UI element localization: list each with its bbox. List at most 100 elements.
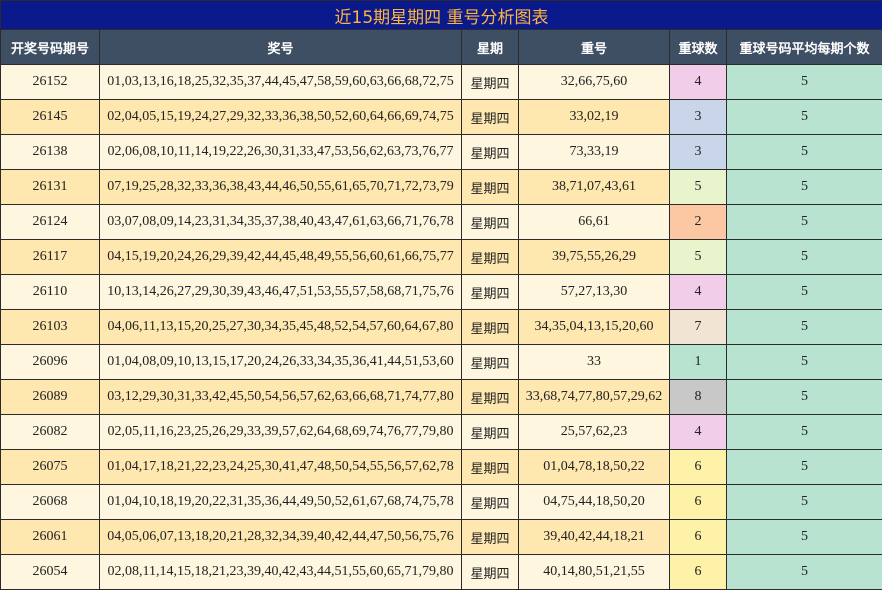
table-row: 2607501,04,17,18,21,22,23,24,25,30,41,47… xyxy=(1,450,882,485)
weekday-cell: 星期四 xyxy=(462,310,519,345)
column-header-weekday: 星期 xyxy=(462,30,519,65)
repeats-cell: 34,35,04,13,15,20,60 xyxy=(519,310,670,345)
repeats-cell: 39,75,55,26,29 xyxy=(519,240,670,275)
repeats-cell: 04,75,44,18,50,20 xyxy=(519,485,670,520)
repeats-cell: 73,33,19 xyxy=(519,135,670,170)
table-row: 2606104,05,06,07,13,18,20,21,28,32,34,39… xyxy=(1,520,882,555)
period-cell: 26138 xyxy=(1,135,100,170)
table-row: 2608903,12,29,30,31,33,42,45,50,54,56,57… xyxy=(1,380,882,415)
repeats-cell: 66,61 xyxy=(519,205,670,240)
weekday-cell: 星期四 xyxy=(462,485,519,520)
period-cell: 26082 xyxy=(1,415,100,450)
average-cell: 5 xyxy=(727,205,882,240)
period-cell: 26131 xyxy=(1,170,100,205)
repeat-count-cell: 6 xyxy=(670,555,727,590)
numbers-cell: 04,06,11,13,15,20,25,27,30,34,35,45,48,5… xyxy=(100,310,462,345)
numbers-cell: 02,05,11,16,23,25,26,29,33,39,57,62,64,6… xyxy=(100,415,462,450)
period-cell: 26152 xyxy=(1,65,100,100)
numbers-cell: 02,08,11,14,15,18,21,23,39,40,42,43,44,5… xyxy=(100,555,462,590)
weekday-cell: 星期四 xyxy=(462,65,519,100)
repeats-cell: 32,66,75,60 xyxy=(519,65,670,100)
repeats-cell: 38,71,07,43,61 xyxy=(519,170,670,205)
repeats-cell: 01,04,78,18,50,22 xyxy=(519,450,670,485)
average-cell: 5 xyxy=(727,240,882,275)
repeats-cell: 57,27,13,30 xyxy=(519,275,670,310)
average-cell: 5 xyxy=(727,345,882,380)
average-cell: 5 xyxy=(727,485,882,520)
weekday-cell: 星期四 xyxy=(462,170,519,205)
table-body: 2615201,03,13,16,18,25,32,35,37,44,45,47… xyxy=(1,65,882,590)
numbers-cell: 02,06,08,10,11,14,19,22,26,30,31,33,47,5… xyxy=(100,135,462,170)
period-cell: 26096 xyxy=(1,345,100,380)
repeat-count-cell: 4 xyxy=(670,415,727,450)
repeat-count-cell: 4 xyxy=(670,275,727,310)
weekday-cell: 星期四 xyxy=(462,205,519,240)
numbers-cell: 01,04,08,09,10,13,15,17,20,24,26,33,34,3… xyxy=(100,345,462,380)
column-header-period: 开奖号码期号 xyxy=(1,30,100,65)
numbers-cell: 01,03,13,16,18,25,32,35,37,44,45,47,58,5… xyxy=(100,65,462,100)
repeat-count-cell: 6 xyxy=(670,520,727,555)
period-cell: 26124 xyxy=(1,205,100,240)
numbers-cell: 03,12,29,30,31,33,42,45,50,54,56,57,62,6… xyxy=(100,380,462,415)
weekday-cell: 星期四 xyxy=(462,100,519,135)
numbers-cell: 01,04,17,18,21,22,23,24,25,30,41,47,48,5… xyxy=(100,450,462,485)
numbers-cell: 01,04,10,18,19,20,22,31,35,36,44,49,50,5… xyxy=(100,485,462,520)
period-cell: 26103 xyxy=(1,310,100,345)
period-cell: 26054 xyxy=(1,555,100,590)
repeat-count-cell: 5 xyxy=(670,240,727,275)
period-cell: 26068 xyxy=(1,485,100,520)
average-cell: 5 xyxy=(727,310,882,345)
table-row: 2608202,05,11,16,23,25,26,29,33,39,57,62… xyxy=(1,415,882,450)
column-header-repeat-count: 重球数 xyxy=(670,30,727,65)
average-cell: 5 xyxy=(727,555,882,590)
table-row: 2611010,13,14,26,27,29,30,39,43,46,47,51… xyxy=(1,275,882,310)
table-row: 2615201,03,13,16,18,25,32,35,37,44,45,47… xyxy=(1,65,882,100)
table-row: 2614502,04,05,15,19,24,27,29,32,33,36,38… xyxy=(1,100,882,135)
weekday-cell: 星期四 xyxy=(462,380,519,415)
table-row: 2609601,04,08,09,10,13,15,17,20,24,26,33… xyxy=(1,345,882,380)
weekday-cell: 星期四 xyxy=(462,135,519,170)
repeat-count-cell: 8 xyxy=(670,380,727,415)
average-cell: 5 xyxy=(727,380,882,415)
average-cell: 5 xyxy=(727,65,882,100)
period-cell: 26075 xyxy=(1,450,100,485)
numbers-cell: 03,07,08,09,14,23,31,34,35,37,38,40,43,4… xyxy=(100,205,462,240)
weekday-cell: 星期四 xyxy=(462,345,519,380)
numbers-cell: 10,13,14,26,27,29,30,39,43,46,47,51,53,5… xyxy=(100,275,462,310)
repeat-count-cell: 2 xyxy=(670,205,727,240)
average-cell: 5 xyxy=(727,100,882,135)
period-cell: 26117 xyxy=(1,240,100,275)
period-cell: 26145 xyxy=(1,100,100,135)
repeat-count-cell: 1 xyxy=(670,345,727,380)
table-row: 2612403,07,08,09,14,23,31,34,35,37,38,40… xyxy=(1,205,882,240)
repeat-analysis-table: 近15期星期四 重号分析图表 开奖号码期号 奖号 星期 重号 重球数 重球号码平… xyxy=(0,0,882,590)
repeat-analysis-window: 近15期星期四 重号分析图表 开奖号码期号 奖号 星期 重号 重球数 重球号码平… xyxy=(0,0,882,589)
weekday-cell: 星期四 xyxy=(462,275,519,310)
period-cell: 26089 xyxy=(1,380,100,415)
repeat-count-cell: 3 xyxy=(670,100,727,135)
column-header-repeats: 重号 xyxy=(519,30,670,65)
weekday-cell: 星期四 xyxy=(462,240,519,275)
average-cell: 5 xyxy=(727,170,882,205)
period-cell: 26110 xyxy=(1,275,100,310)
repeats-cell: 33 xyxy=(519,345,670,380)
table-row: 2606801,04,10,18,19,20,22,31,35,36,44,49… xyxy=(1,485,882,520)
repeat-count-cell: 5 xyxy=(670,170,727,205)
table-row: 2613107,19,25,28,32,33,36,38,43,44,46,50… xyxy=(1,170,882,205)
period-cell: 26061 xyxy=(1,520,100,555)
column-header-numbers: 奖号 xyxy=(100,30,462,65)
weekday-cell: 星期四 xyxy=(462,520,519,555)
table-row: 2613802,06,08,10,11,14,19,22,26,30,31,33… xyxy=(1,135,882,170)
average-cell: 5 xyxy=(727,275,882,310)
weekday-cell: 星期四 xyxy=(462,555,519,590)
average-cell: 5 xyxy=(727,450,882,485)
repeats-cell: 39,40,42,44,18,21 xyxy=(519,520,670,555)
repeat-count-cell: 6 xyxy=(670,450,727,485)
repeats-cell: 33,68,74,77,80,57,29,62 xyxy=(519,380,670,415)
repeat-count-cell: 3 xyxy=(670,135,727,170)
repeats-cell: 33,02,19 xyxy=(519,100,670,135)
average-cell: 5 xyxy=(727,135,882,170)
average-cell: 5 xyxy=(727,415,882,450)
repeats-cell: 40,14,80,51,21,55 xyxy=(519,555,670,590)
table-row: 2611704,15,19,20,24,26,29,39,42,44,45,48… xyxy=(1,240,882,275)
